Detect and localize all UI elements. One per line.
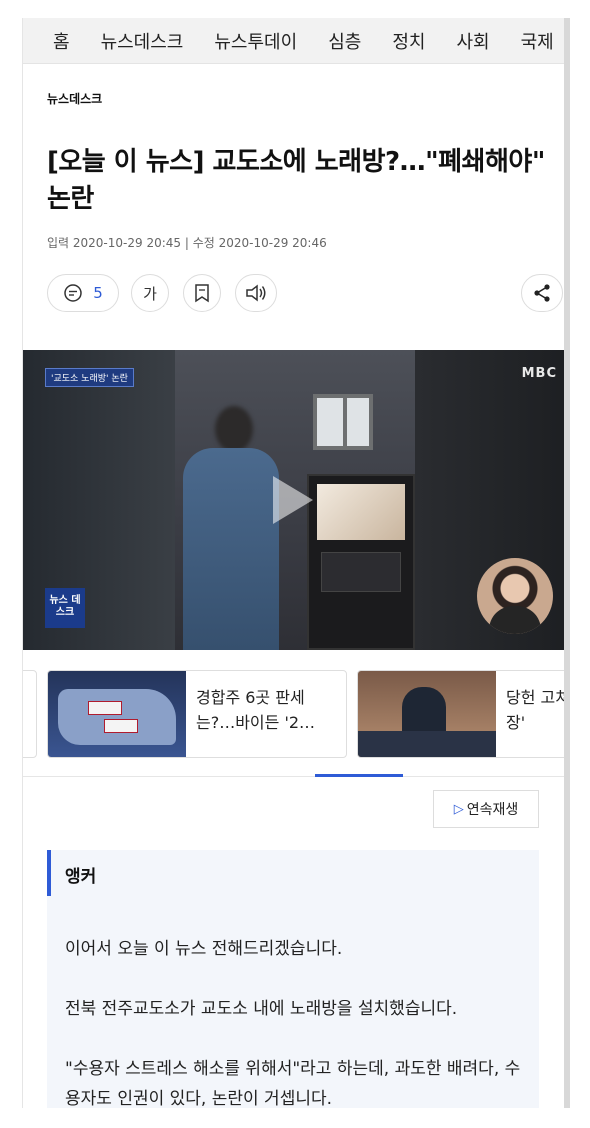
nav-item-newsdesk[interactable]: 뉴스데스크 bbox=[101, 28, 184, 54]
app-frame: 홈 뉴스데스크 뉴스투데이 심층 정치 사회 국제 뉴스데스크 [오늘 이 뉴스… bbox=[22, 18, 570, 1108]
font-size-button[interactable]: 가 bbox=[131, 274, 169, 312]
broadcaster-logo: MBC bbox=[521, 366, 557, 381]
related-card[interactable]: 경합주 6곳 판세는?…바이든 '2… bbox=[47, 670, 347, 758]
transcript-paragraph: "수용자 스트레스 해소를 위해서"라고 하는데, 과도한 배려다, 수용자도 … bbox=[65, 1059, 521, 1108]
bookmark-button[interactable] bbox=[183, 274, 221, 312]
carousel-indicator bbox=[315, 774, 403, 777]
related-card-prev[interactable] bbox=[23, 670, 37, 758]
autoplay-label: 연속재생 bbox=[466, 802, 519, 818]
video-scene-karaoke-machine bbox=[307, 474, 415, 650]
transcript-paragraph: 이어서 오늘 이 뉴스 전해드리겠습니다. bbox=[65, 939, 343, 959]
related-thumbnail bbox=[358, 671, 496, 757]
bookmark-icon bbox=[195, 284, 209, 303]
video-scene-person bbox=[183, 406, 279, 650]
nav-item-indepth[interactable]: 심층 bbox=[328, 28, 361, 54]
play-icon[interactable] bbox=[273, 476, 313, 524]
article-headline: [오늘 이 뉴스] 교도소에 노래방?…"폐쇄해야" 논란 bbox=[47, 147, 545, 214]
comment-button[interactable]: 5 bbox=[47, 274, 119, 312]
comment-count: 5 bbox=[93, 284, 103, 302]
share-button[interactable] bbox=[521, 274, 563, 312]
nav-item-politics[interactable]: 정치 bbox=[392, 28, 425, 54]
share-icon bbox=[534, 284, 550, 302]
nav-item-society[interactable]: 사회 bbox=[456, 28, 489, 54]
top-nav: 홈 뉴스데스크 뉴스투데이 심층 정치 사회 국제 bbox=[23, 18, 564, 64]
video-scene-window bbox=[313, 394, 373, 450]
program-logo: 뉴스 데스크 bbox=[45, 588, 85, 628]
related-title: 당헌 고쳐 산시장' bbox=[506, 688, 570, 732]
transcript-box: 앵커 이어서 오늘 이 뉴스 전해드리겠습니다. 전북 전주교도소가 교도소 내… bbox=[47, 850, 539, 1108]
related-videos: 경합주 6곳 판세는?…바이든 '2… 당헌 고쳐 산시장' bbox=[23, 670, 570, 760]
video-caption-tag: '교도소 노래방' 논란 bbox=[45, 368, 134, 387]
play-triangle-icon: ▷ bbox=[453, 801, 464, 817]
speaker-marker bbox=[47, 850, 51, 896]
read-aloud-button[interactable] bbox=[235, 274, 277, 312]
related-card[interactable]: 당헌 고쳐 산시장' bbox=[357, 670, 570, 758]
nav-item-international[interactable]: 국제 bbox=[521, 28, 554, 54]
nav-item-home[interactable]: 홈 bbox=[53, 28, 70, 54]
section-label[interactable]: 뉴스데스크 bbox=[47, 90, 102, 107]
article-tools: 5 가 bbox=[47, 274, 563, 314]
nav-item-newstoday[interactable]: 뉴스투데이 bbox=[214, 28, 297, 54]
divider bbox=[23, 776, 564, 777]
transcript-speaker: 앵커 bbox=[65, 867, 97, 887]
sign-language-interpreter bbox=[477, 558, 553, 634]
autoplay-button[interactable]: ▷ 연속재생 bbox=[433, 790, 539, 828]
related-thumbnail bbox=[48, 671, 186, 757]
transcript-paragraph: 전북 전주교도소가 교도소 내에 노래방을 설치했습니다. bbox=[65, 999, 458, 1019]
speaker-icon bbox=[246, 284, 266, 302]
video-player[interactable]: '교도소 노래방' 논란 MBC 뉴스 데스크 bbox=[23, 350, 564, 650]
related-title: 경합주 6곳 판세는?…바이든 '2… bbox=[196, 688, 316, 732]
article-dates: 입력 2020-10-29 20:45 | 수정 2020-10-29 20:4… bbox=[47, 236, 327, 250]
comment-icon bbox=[64, 284, 82, 302]
